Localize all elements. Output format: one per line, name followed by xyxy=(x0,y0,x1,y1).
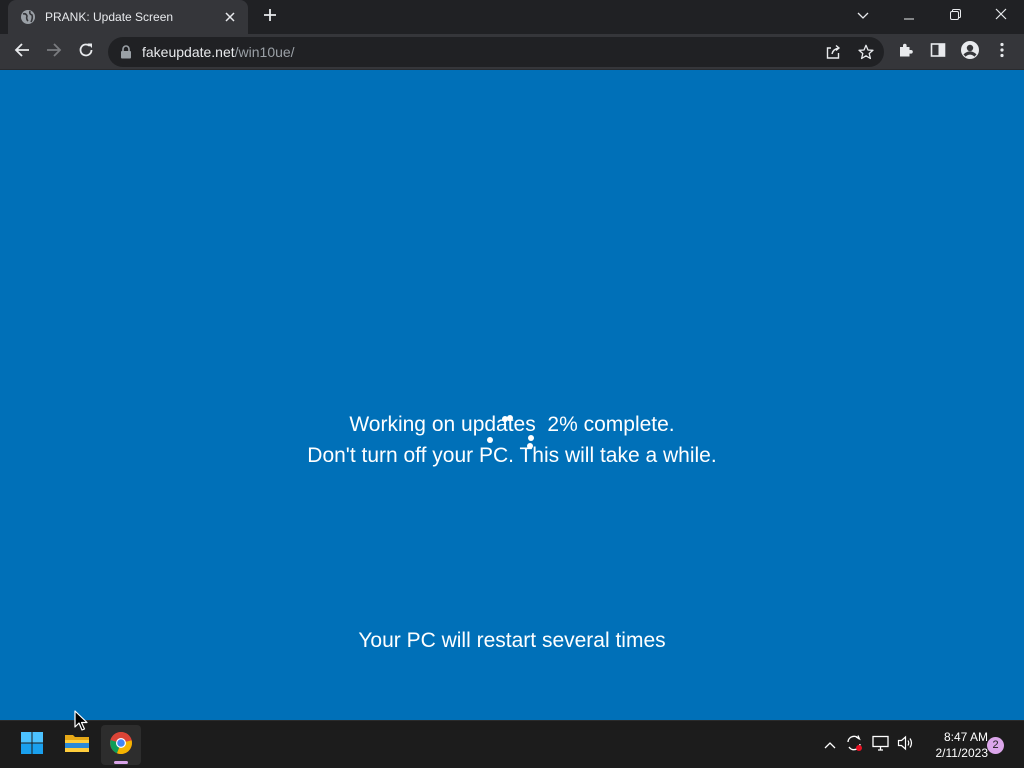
tab-title: PRANK: Update Screen xyxy=(45,10,174,24)
new-tab-button[interactable] xyxy=(258,5,282,29)
restore-icon xyxy=(949,7,961,25)
url-text[interactable]: fakeupdate.net/win10ue/ xyxy=(142,44,295,60)
taskbar: 8:47 AM 2/11/2023 xyxy=(0,720,1024,768)
back-button[interactable] xyxy=(8,38,36,66)
restore-button[interactable] xyxy=(932,0,978,32)
restart-notice: Your PC will restart several times xyxy=(358,629,666,652)
browser-tab[interactable]: PRANK: Update Screen xyxy=(8,0,248,34)
url-path: /win10ue/ xyxy=(234,44,295,60)
close-icon[interactable] xyxy=(222,9,238,25)
display-icon xyxy=(872,735,890,756)
update-progress-text: Working on updates 2% complete. xyxy=(349,413,675,436)
side-panel-button[interactable] xyxy=(924,38,952,66)
url-host: fakeupdate.net xyxy=(142,44,235,60)
globe-icon xyxy=(20,9,36,25)
kebab-menu-icon xyxy=(1000,42,1004,63)
profile-icon xyxy=(960,40,980,65)
clock-date: 2/11/2023 xyxy=(935,746,989,760)
side-panel-icon xyxy=(930,42,946,63)
show-hidden-icons-button[interactable] xyxy=(820,735,840,755)
sync-icon xyxy=(845,734,863,757)
tab-strip: PRANK: Update Screen xyxy=(0,0,1024,34)
address-bar[interactable]: fakeupdate.net/win10ue/ xyxy=(108,37,884,67)
extensions-button[interactable] xyxy=(892,38,920,66)
chrome-taskbar-button[interactable] xyxy=(101,725,141,765)
network-tray-button[interactable] xyxy=(871,735,891,755)
update-screen: Working on updates 2% complete. Don't tu… xyxy=(0,70,1024,720)
clock-time: 8:47 AM xyxy=(943,730,988,744)
browser-toolbar: fakeupdate.net/win10ue/ xyxy=(0,34,1024,70)
profile-button[interactable] xyxy=(956,38,984,66)
reload-icon xyxy=(78,42,94,63)
minimize-button[interactable] xyxy=(886,0,932,32)
clock[interactable]: 8:47 AM 2/11/2023 xyxy=(922,729,989,761)
active-app-indicator xyxy=(114,761,128,764)
minimize-icon xyxy=(904,7,914,25)
mouse-cursor-icon xyxy=(74,710,88,732)
warning-text: Don't turn off your PC. This will take a… xyxy=(307,444,717,467)
windows-start-icon xyxy=(20,731,44,760)
volume-tray-button[interactable] xyxy=(896,735,916,755)
chevron-up-icon xyxy=(824,736,836,754)
notification-badge[interactable]: 2 xyxy=(987,737,1004,754)
star-icon[interactable] xyxy=(856,42,876,62)
forward-button[interactable] xyxy=(40,38,68,66)
arrow-right-icon xyxy=(46,42,62,63)
sync-tray-button[interactable] xyxy=(844,734,864,757)
chevron-down-icon xyxy=(857,7,869,25)
browser-menu-button[interactable] xyxy=(988,38,1016,66)
close-window-button[interactable] xyxy=(978,0,1024,32)
chrome-icon xyxy=(109,731,133,760)
lock-icon[interactable] xyxy=(118,44,134,60)
file-explorer-icon xyxy=(64,732,90,759)
share-icon[interactable] xyxy=(823,42,843,62)
tab-search-button[interactable] xyxy=(840,0,886,32)
reload-button[interactable] xyxy=(72,38,100,66)
start-button[interactable] xyxy=(12,725,52,765)
volume-icon xyxy=(897,735,915,756)
plus-icon xyxy=(263,8,277,27)
close-icon xyxy=(995,7,1007,25)
arrow-left-icon xyxy=(14,42,30,63)
puzzle-icon xyxy=(898,42,914,63)
